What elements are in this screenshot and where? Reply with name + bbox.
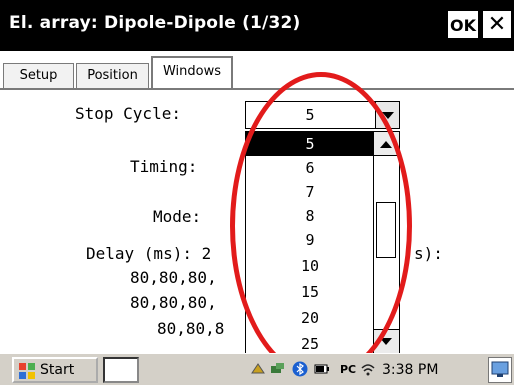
taskbar: Start PC 3:38 PM [0, 353, 514, 385]
taskbar-app-slot[interactable] [103, 357, 139, 383]
battery-icon[interactable] [314, 361, 330, 377]
tab-divider [0, 88, 514, 90]
start-label: Start [40, 362, 75, 378]
pc-connection-label[interactable]: PC [340, 363, 356, 376]
bluetooth-icon[interactable] [292, 361, 308, 377]
red-annotation-ellipse [230, 72, 412, 380]
clock[interactable]: 3:38 PM [382, 362, 438, 378]
timing-label: Timing: [130, 157, 198, 176]
delay-label: Delay (ms): 2 [86, 244, 212, 263]
delay-values-row-1: 80,80,80, [130, 268, 217, 287]
tab-position[interactable]: Position [76, 63, 149, 88]
stop-cycle-label: Stop Cycle: [75, 104, 181, 123]
wireless-icon[interactable] [360, 361, 376, 377]
tab-setup[interactable]: Setup [3, 63, 74, 88]
tab-windows[interactable]: Windows [151, 56, 233, 90]
mode-label: Mode: [153, 207, 202, 226]
delay-values-row-3: 80,80,8 [157, 319, 225, 338]
window-title: El. array: Dipole-Dipole (1/32) [9, 13, 301, 33]
desktop-button[interactable] [488, 357, 512, 383]
sync-icon[interactable] [250, 361, 266, 377]
delay-label-suffix: s): [414, 244, 443, 263]
network-icon[interactable] [270, 361, 286, 377]
system-tray: PC 3:38 PM [250, 357, 480, 383]
ok-button[interactable]: OK [447, 10, 479, 39]
windows-logo-icon [19, 363, 35, 379]
title-bar: El. array: Dipole-Dipole (1/32) OK ✕ [0, 0, 514, 51]
delay-values-row-2: 80,80,80, [130, 293, 217, 312]
tab-bar: Setup Position Windows [0, 51, 514, 91]
start-button[interactable]: Start [12, 357, 98, 383]
close-button[interactable]: ✕ [482, 10, 512, 39]
desktop-icon [491, 361, 509, 377]
